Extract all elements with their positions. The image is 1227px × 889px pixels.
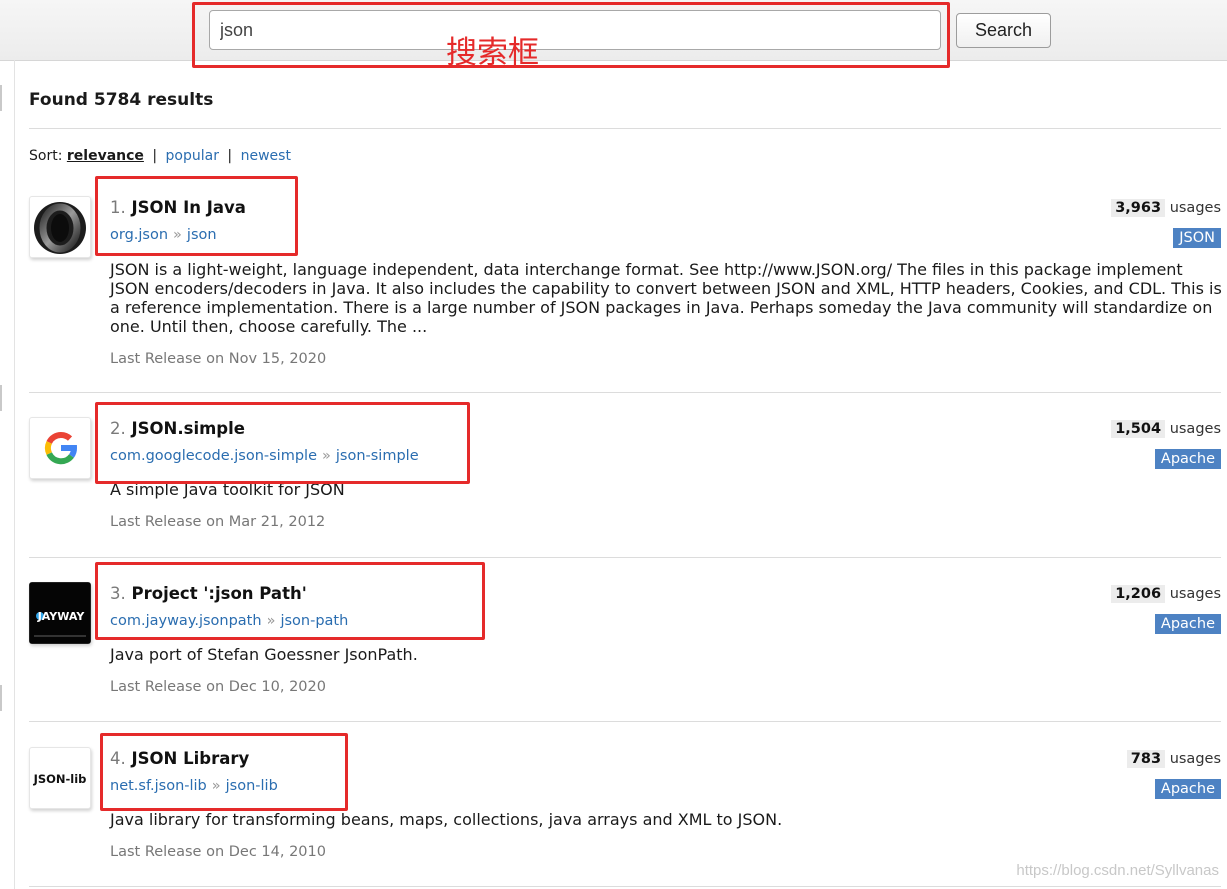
result-title[interactable]: 1. JSON In Java [110, 198, 246, 217]
license-badge[interactable]: JSON [1173, 228, 1221, 248]
group-link[interactable]: net.sf.json-lib [110, 778, 207, 794]
result-description: JSON is a light-weight, language indepen… [110, 260, 1222, 336]
rail-tick [0, 85, 2, 111]
result-coordinates: com.googlecode.json-simple » json-simple [110, 448, 419, 464]
sort-bar: Sort: relevance | popular | newest [29, 148, 291, 164]
result-item: 2. JSON.simple com.googlecode.json-simpl… [0, 402, 1227, 542]
result-index: 3. [110, 584, 126, 603]
last-release: Last Release on Dec 10, 2020 [110, 679, 326, 695]
jsonlib-logo-text: JSON-lib [33, 772, 87, 786]
usage-count: 1,504 usages [1111, 420, 1221, 438]
divider [29, 721, 1221, 722]
usage-suffix: usages [1169, 200, 1221, 216]
result-description: A simple Java toolkit for JSON [110, 480, 345, 499]
jayway-logo-icon[interactable]: JAYWAY [29, 582, 91, 644]
rail-tick [0, 385, 2, 411]
divider [29, 886, 1221, 887]
usage-count: 1,206 usages [1111, 585, 1221, 603]
usage-suffix: usages [1169, 751, 1221, 767]
result-coordinates: org.json » json [110, 227, 217, 243]
result-item: JAYWAY 3. Project ':json Path' com.jaywa… [0, 562, 1227, 707]
license-badge[interactable]: Apache [1154, 614, 1221, 634]
watermark: https://blog.csdn.net/Syllvanas [1016, 862, 1219, 879]
sort-separator: | [152, 148, 158, 164]
sort-separator: | [227, 148, 233, 164]
usage-number: 783 [1126, 750, 1166, 768]
group-link[interactable]: com.jayway.jsonpath [110, 613, 262, 629]
result-index: 1. [110, 198, 126, 217]
search-button[interactable]: Search [956, 13, 1051, 48]
result-item: JSON-lib 4. JSON Library net.sf.json-lib… [0, 733, 1227, 872]
breadcrumb-arrow: » [322, 448, 331, 464]
artifact-link[interactable]: json-simple [336, 448, 419, 464]
divider [29, 392, 1221, 393]
jayway-logo-text: JAYWAY [37, 610, 86, 623]
json-lib-logo-icon[interactable]: JSON-lib [29, 747, 91, 809]
last-release: Last Release on Mar 21, 2012 [110, 514, 326, 530]
result-description: Java library for transforming beans, map… [110, 810, 783, 829]
group-link[interactable]: org.json [110, 227, 168, 243]
usage-suffix: usages [1169, 586, 1221, 602]
result-title[interactable]: 4. JSON Library [110, 749, 249, 768]
annotation-label: 搜索框 [446, 35, 539, 71]
license-badge[interactable]: Apache [1154, 779, 1221, 799]
last-release: Last Release on Dec 14, 2010 [110, 844, 326, 860]
result-title[interactable]: 3. Project ':json Path' [110, 584, 307, 603]
sort-option-newest[interactable]: newest [241, 148, 291, 164]
sort-option-relevance[interactable]: relevance [67, 148, 144, 164]
artifact-link[interactable]: json-path [280, 613, 348, 629]
license-badge[interactable]: Apache [1154, 449, 1221, 469]
annotation-box-result [100, 733, 348, 811]
usage-count: 3,963 usages [1111, 199, 1221, 217]
divider [29, 557, 1221, 558]
result-coordinates: com.jayway.jsonpath» json-path [110, 613, 348, 629]
last-release: Last Release on Nov 15, 2020 [110, 351, 327, 367]
top-search-bar: Search [0, 0, 1227, 61]
artifact-link[interactable]: json [187, 227, 217, 243]
breadcrumb-arrow: » [173, 227, 182, 243]
usage-number: 3,963 [1111, 199, 1166, 217]
usage-number: 1,504 [1111, 420, 1166, 438]
result-coordinates: net.sf.json-lib» json-lib [110, 778, 278, 794]
result-index: 4. [110, 749, 126, 768]
divider [29, 128, 1221, 129]
json-org-ring-icon[interactable] [29, 196, 91, 258]
group-link[interactable]: com.googlecode.json-simple [110, 448, 317, 464]
artifact-link[interactable]: json-lib [226, 778, 278, 794]
result-index: 2. [110, 419, 126, 438]
usage-suffix: usages [1169, 421, 1221, 437]
breadcrumb-arrow: » [211, 778, 221, 794]
google-g-icon[interactable] [29, 417, 91, 479]
result-description: Java port of Stefan Goessner JsonPath. [110, 645, 418, 664]
search-input[interactable] [209, 10, 941, 50]
result-title-text[interactable]: JSON Library [132, 749, 250, 768]
sort-label: Sort: [29, 148, 63, 164]
breadcrumb-arrow: » [266, 613, 276, 629]
results-count-heading: Found 5784 results [29, 90, 214, 110]
result-title-text[interactable]: JSON In Java [132, 198, 246, 217]
usage-number: 1,206 [1111, 585, 1166, 603]
result-title-text[interactable]: Project ':json Path' [132, 584, 307, 603]
usage-count: 783 usages [1126, 750, 1221, 768]
sort-option-popular[interactable]: popular [166, 148, 219, 164]
result-title-text[interactable]: JSON.simple [132, 419, 245, 438]
result-item: 1. JSON In Java org.json » json 3,963 usag… [0, 176, 1227, 376]
result-title[interactable]: 2. JSON.simple [110, 419, 245, 438]
annotation-box-result [95, 402, 470, 484]
